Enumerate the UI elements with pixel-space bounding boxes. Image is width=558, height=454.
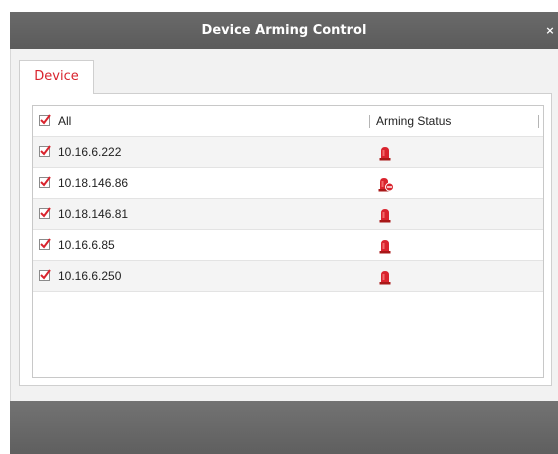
checkmark-icon — [40, 176, 51, 187]
row-checkbox[interactable] — [39, 269, 51, 281]
select-all-label: All — [58, 114, 72, 128]
table-header-row: All Arming Status — [33, 106, 543, 137]
row-checkbox[interactable] — [39, 207, 51, 219]
device-table: All Arming Status 10.16.6.222 10.18.146.… — [32, 105, 544, 378]
device-ip: 10.16.6.250 — [58, 269, 122, 283]
column-divider[interactable] — [369, 115, 370, 128]
alarm-light-disarmed-icon[interactable] — [378, 176, 394, 192]
dialog-footer — [10, 401, 558, 454]
checkmark-icon — [40, 145, 51, 156]
close-button[interactable]: × — [544, 12, 556, 49]
dialog-titlebar[interactable]: Device Arming Control × — [10, 12, 558, 49]
alarm-light-armed-icon[interactable] — [378, 269, 392, 285]
tab-panel-device: All Arming Status 10.16.6.222 10.18.146.… — [19, 93, 552, 386]
dialog-body: Device All Arming Status 10.16.6.222 10.… — [10, 49, 558, 401]
device-ip: 10.18.146.86 — [58, 176, 129, 190]
arming-status-header[interactable]: Arming Status — [376, 106, 451, 137]
device-ip: 10.16.6.222 — [58, 145, 122, 159]
tab-device[interactable]: Device — [19, 60, 94, 94]
device-ip: 10.18.146.81 — [58, 207, 129, 221]
table-row[interactable]: 10.16.6.85 — [33, 230, 543, 261]
table-row[interactable]: 10.18.146.86 — [33, 168, 543, 199]
table-row[interactable]: 10.18.146.81 — [33, 199, 543, 230]
alarm-light-armed-icon[interactable] — [378, 238, 392, 254]
checkmark-icon — [40, 207, 51, 218]
device-ip: 10.16.6.85 — [58, 238, 115, 252]
column-divider[interactable] — [538, 115, 539, 128]
row-checkbox[interactable] — [39, 176, 51, 188]
checkmark-icon — [40, 238, 51, 249]
alarm-light-armed-icon[interactable] — [378, 145, 392, 161]
row-checkbox[interactable] — [39, 145, 51, 157]
table-row[interactable]: 10.16.6.250 — [33, 261, 543, 292]
select-all-checkbox[interactable] — [39, 114, 51, 126]
checkmark-icon — [40, 269, 51, 280]
table-row[interactable]: 10.16.6.222 — [33, 137, 543, 168]
checkmark-icon — [40, 114, 51, 125]
device-arming-control-dialog: Device Arming Control × Device All Armin… — [0, 0, 558, 454]
dialog-title: Device Arming Control — [201, 23, 367, 38]
alarm-light-armed-icon[interactable] — [378, 207, 392, 223]
row-checkbox[interactable] — [39, 238, 51, 250]
